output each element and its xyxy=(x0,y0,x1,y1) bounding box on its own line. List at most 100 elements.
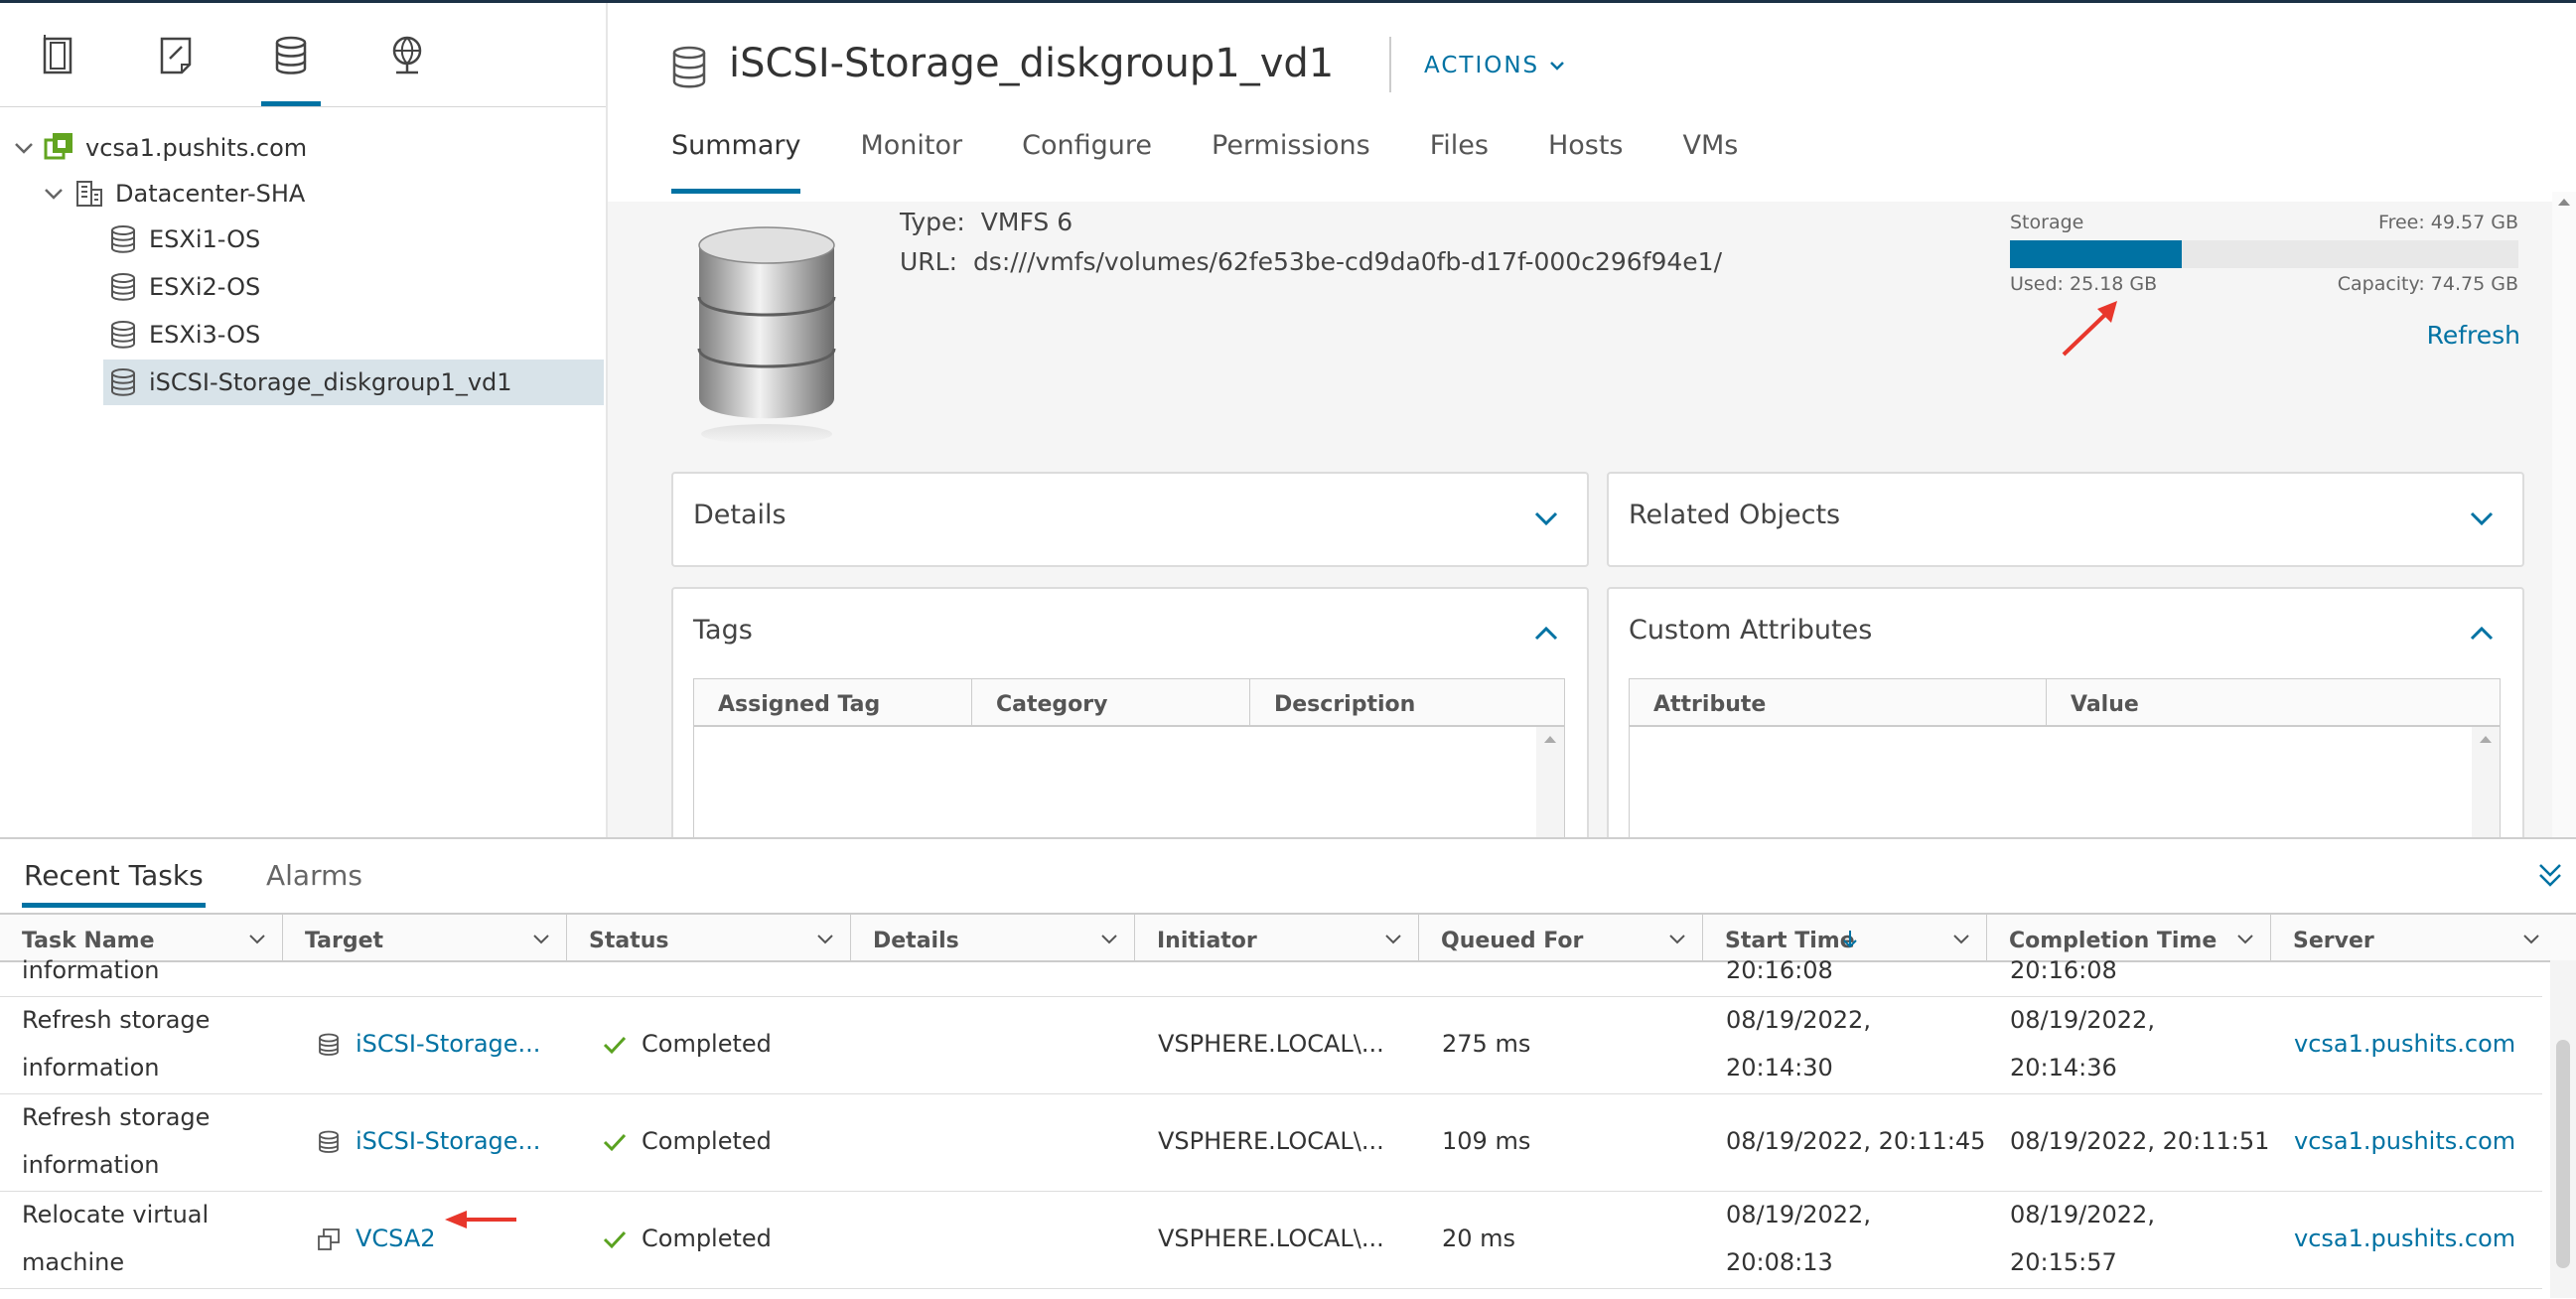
table-row[interactable]: Refresh storage information iSCSI-Storag… xyxy=(0,1093,2542,1192)
chevron-up-icon[interactable] xyxy=(2467,619,2497,649)
tab-files[interactable]: Files xyxy=(1430,130,1489,186)
scrollbar-thumb[interactable] xyxy=(2556,1040,2570,1268)
target-cell[interactable]: iSCSI-Storage... xyxy=(316,1117,540,1165)
target-link[interactable]: VCSA2 xyxy=(356,1225,436,1252)
task-name-line2: machine xyxy=(22,1248,125,1276)
grid-scrollbar[interactable] xyxy=(1536,727,1564,848)
annotation-arrow xyxy=(445,1211,516,1228)
custom-attributes-card: Custom Attributes Attribute Value xyxy=(1607,587,2524,849)
column-task-name[interactable]: Task Name xyxy=(0,915,283,960)
tree-node-label: ESXi2-OS xyxy=(149,273,261,301)
tasks-scrollbar[interactable] xyxy=(2550,960,2576,1298)
tree-node-vcenter[interactable]: vcsa1.pushits.com xyxy=(10,125,307,171)
chevron-down-icon[interactable] xyxy=(40,180,68,208)
chevron-up-icon[interactable] xyxy=(1531,619,1561,649)
tab-summary[interactable]: Summary xyxy=(671,130,801,194)
target-link[interactable]: iSCSI-Storage... xyxy=(356,1030,540,1058)
column-label: Initiator xyxy=(1157,929,1257,953)
refresh-link[interactable]: Refresh xyxy=(2427,321,2520,350)
card-title: Tags xyxy=(693,615,753,646)
chevron-down-icon[interactable] xyxy=(814,928,836,949)
collapse-panel-icon[interactable] xyxy=(2534,859,2566,891)
completion-time-line1: 08/19/2022, xyxy=(2010,1201,2155,1228)
sort-descending-icon xyxy=(1843,931,1857,948)
tree-node-datacenter[interactable]: Datacenter-SHA xyxy=(40,171,305,216)
column-label: Start Time xyxy=(1725,929,1855,953)
storage-tab[interactable] xyxy=(261,33,321,106)
tree-node-datastore[interactable]: ESXi1-OS xyxy=(107,216,260,262)
tree-node-label: ESXi3-OS xyxy=(149,321,261,349)
chevron-down-icon[interactable] xyxy=(1950,928,1972,949)
column-details[interactable]: Details xyxy=(851,915,1135,960)
networking-tab[interactable] xyxy=(377,33,437,106)
task-name-line2: information xyxy=(22,1151,160,1179)
details-card[interactable]: Details xyxy=(671,472,1589,567)
table-row[interactable]: Relocate virtual machine VCSA2 Completed… xyxy=(0,1191,2542,1289)
datastore-icon xyxy=(319,1033,339,1056)
chevron-down-icon[interactable] xyxy=(1666,928,1688,949)
chevron-down-icon[interactable] xyxy=(246,928,268,949)
tab-permissions[interactable]: Permissions xyxy=(1212,130,1370,186)
server-link[interactable]: vcsa1.pushits.com xyxy=(2294,1117,2515,1165)
tree-node-datastore[interactable]: ESXi3-OS xyxy=(107,312,260,358)
tab-configure[interactable]: Configure xyxy=(1022,130,1152,186)
tab-monitor[interactable]: Monitor xyxy=(860,130,962,186)
initiator: VSPHERE.LOCAL\... xyxy=(1158,1127,1384,1155)
chevron-down-icon[interactable] xyxy=(2234,928,2256,949)
column-queued-for[interactable]: Queued For xyxy=(1419,915,1703,960)
storage-usage-bar xyxy=(2010,240,2518,268)
scroll-up-icon[interactable] xyxy=(2552,192,2576,212)
column-initiator[interactable]: Initiator xyxy=(1135,915,1419,960)
tab-hosts[interactable]: Hosts xyxy=(1548,130,1624,186)
chevron-down-icon[interactable] xyxy=(1382,928,1404,949)
column-description[interactable]: Description xyxy=(1250,679,1564,725)
actions-menu-button[interactable]: ACTIONS xyxy=(1424,53,1566,78)
grid-scrollbar[interactable] xyxy=(2472,727,2500,848)
tree-node-datastore-selected[interactable]: iSCSI-Storage_diskgroup1_vd1 xyxy=(103,360,604,405)
datastore-icon xyxy=(111,368,135,396)
server-link[interactable]: vcsa1.pushits.com xyxy=(2294,1215,2515,1262)
related-objects-card[interactable]: Related Objects xyxy=(1607,472,2524,567)
target-link[interactable]: iSCSI-Storage... xyxy=(356,1127,540,1155)
vms-and-templates-tab[interactable] xyxy=(147,33,207,106)
chevron-down-icon[interactable] xyxy=(2520,928,2542,949)
chevron-down-icon[interactable] xyxy=(2467,504,2497,533)
main-scrollbar[interactable] xyxy=(2552,192,2576,837)
column-start-time[interactable]: Start Time xyxy=(1703,915,1987,960)
main-content: iSCSI-Storage_diskgroup1_vd1 ACTIONS Sum… xyxy=(608,3,2576,849)
tab-vms[interactable]: VMs xyxy=(1683,130,1739,186)
header-divider xyxy=(1389,37,1391,92)
target-cell[interactable]: VCSA2 xyxy=(316,1215,436,1262)
card-title: Custom Attributes xyxy=(1629,615,1873,646)
column-completion-time[interactable]: Completion Time xyxy=(1987,915,2271,960)
table-row[interactable]: information 20:16:08 20:16:08 xyxy=(0,958,2542,997)
object-tabs: Summary Monitor Configure Permissions Fi… xyxy=(671,130,1797,194)
chevron-down-icon[interactable] xyxy=(530,928,552,949)
scroll-up-icon[interactable] xyxy=(2472,727,2500,751)
column-value[interactable]: Value xyxy=(2047,679,2500,725)
column-category[interactable]: Category xyxy=(972,679,1250,725)
url-label: URL: xyxy=(900,247,958,276)
column-attribute[interactable]: Attribute xyxy=(1630,679,2047,725)
tree-node-datastore[interactable]: ESXi2-OS xyxy=(107,264,260,310)
target-cell[interactable]: iSCSI-Storage... xyxy=(316,1020,540,1068)
start-time-line2: 20:08:13 xyxy=(1726,1248,1833,1276)
hosts-and-clusters-tab[interactable] xyxy=(30,33,89,106)
column-status[interactable]: Status xyxy=(567,915,851,960)
type-label: Type: xyxy=(900,208,965,236)
chevron-down-icon[interactable] xyxy=(10,134,38,162)
scroll-up-icon[interactable] xyxy=(1536,727,1564,751)
column-assigned-tag[interactable]: Assigned Tag xyxy=(694,679,972,725)
column-target[interactable]: Target xyxy=(283,915,567,960)
storage-usage-fill xyxy=(2010,240,2182,268)
chevron-down-icon[interactable] xyxy=(1531,504,1561,533)
column-server[interactable]: Server xyxy=(2271,915,2556,960)
table-row[interactable]: Refresh storage information iSCSI-Storag… xyxy=(0,996,2542,1094)
chevron-down-icon[interactable] xyxy=(1098,928,1120,949)
tab-recent-tasks[interactable]: Recent Tasks xyxy=(22,859,206,908)
networking-icon xyxy=(392,36,422,74)
tab-alarms[interactable]: Alarms xyxy=(266,859,362,892)
storage-capacity: Capacity: 74.75 GB xyxy=(2337,273,2518,295)
server-link[interactable]: vcsa1.pushits.com xyxy=(2294,1020,2515,1068)
storage-free: Free: 49.57 GB xyxy=(2378,212,2518,233)
